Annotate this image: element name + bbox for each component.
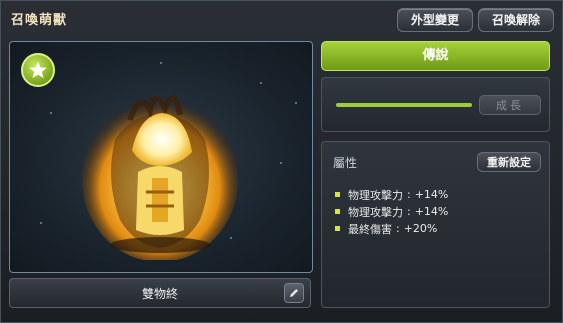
attribute-row: 物理攻擊力 : +14% — [335, 186, 448, 203]
attribute-name: 物理攻擊力 — [348, 188, 403, 202]
attributes-panel: 屬性 重新設定 物理攻擊力 : +14% 物理攻擊力 : +14% 最終傷害 :… — [321, 141, 550, 308]
star-sparkle — [260, 82, 262, 84]
attribute-name: 物理攻擊力 — [348, 205, 403, 219]
pet-name: 雙物終 — [141, 287, 178, 301]
attributes-title: 屬性 — [333, 156, 358, 170]
star-sparkle — [160, 62, 162, 64]
star-sparkle — [280, 162, 282, 164]
reset-button[interactable]: 重新設定 — [477, 152, 541, 172]
bullet-icon — [335, 226, 340, 231]
pencil-icon[interactable] — [284, 283, 304, 303]
attribute-row: 最終傷害 : +20% — [335, 220, 448, 237]
star-sparkle — [295, 102, 297, 104]
pet-image — [82, 95, 238, 260]
window-title: 召喚萌獸 — [11, 13, 68, 28]
star-sparkle — [50, 112, 52, 114]
attribute-row: 物理攻擊力 : +14% — [335, 203, 448, 220]
pet-name-bar: 雙物終 — [9, 278, 311, 308]
attribute-value: +20% — [403, 222, 438, 235]
grade-label: 傳說 — [321, 41, 550, 71]
attributes-list: 物理攻擊力 : +14% 物理攻擊力 : +14% 最終傷害 : +20% — [335, 186, 448, 237]
star-sparkle — [40, 222, 42, 224]
growth-button[interactable]: 成長 — [479, 95, 541, 115]
growth-progress-fill — [336, 103, 472, 107]
star-icon — [21, 53, 55, 87]
attribute-separator: : — [407, 205, 411, 218]
summon-release-button[interactable]: 召喚解除 — [478, 8, 554, 32]
growth-progress-bar — [336, 103, 472, 107]
attribute-separator: : — [407, 188, 411, 201]
pet-window: 召喚萌獸 外型變更 召喚解除 雙物終 傳說 成長 屬性 重新設定 物理攻擊力:… — [0, 0, 563, 323]
bullet-icon — [335, 209, 340, 214]
growth-panel: 成長 — [321, 77, 550, 132]
bullet-icon — [335, 192, 340, 197]
attribute-name: 最終傷害 — [348, 222, 392, 236]
pet-display-panel — [9, 41, 313, 273]
attribute-separator: : — [396, 222, 400, 235]
attribute-value: +14% — [414, 188, 449, 201]
attribute-value: +14% — [414, 205, 449, 218]
appearance-change-button[interactable]: 外型變更 — [397, 8, 473, 32]
